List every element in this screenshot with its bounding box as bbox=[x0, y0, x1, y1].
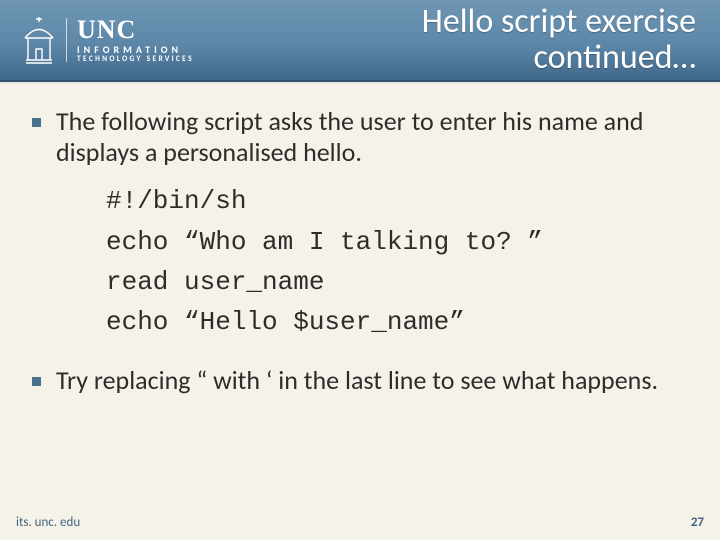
bullet-list: The following script asks the user to en… bbox=[30, 106, 690, 395]
page-number: 27 bbox=[691, 515, 704, 530]
title-wrap: Hello script exercise continued… bbox=[194, 4, 700, 75]
slide: UNC INFORMATION TECHNOLOGY SERVICES Hell… bbox=[0, 0, 720, 540]
logo-text: UNC INFORMATION TECHNOLOGY SERVICES bbox=[77, 17, 194, 64]
bullet-text: The following script asks the user to en… bbox=[56, 105, 643, 168]
bullet-text: Try replacing “ with ‘ in the last line … bbox=[56, 364, 658, 396]
old-well-icon bbox=[22, 15, 56, 65]
slide-header: UNC INFORMATION TECHNOLOGY SERVICES Hell… bbox=[0, 0, 720, 82]
code-line: read user_name bbox=[106, 262, 690, 302]
slide-body: The following script asks the user to en… bbox=[30, 106, 690, 490]
slide-footer: its. unc. edu 27 bbox=[16, 515, 704, 530]
logo-sub1: INFORMATION bbox=[77, 45, 194, 55]
bullet-item: Try replacing “ with ‘ in the last line … bbox=[30, 365, 690, 396]
code-line: echo “Hello $user_name” bbox=[106, 302, 690, 342]
code-line: echo “Who am I talking to? ” bbox=[106, 222, 690, 262]
code-line: #!/bin/sh bbox=[106, 181, 690, 221]
unc-logo-block: UNC INFORMATION TECHNOLOGY SERVICES bbox=[22, 15, 194, 65]
footer-url: its. unc. edu bbox=[16, 515, 80, 530]
title-line-2: continued… bbox=[534, 37, 697, 78]
code-block: #!/bin/sh echo “Who am I talking to? ” r… bbox=[106, 181, 690, 342]
slide-title: Hello script exercise continued… bbox=[214, 4, 696, 75]
logo-divider bbox=[66, 18, 67, 62]
bullet-item: The following script asks the user to en… bbox=[30, 106, 690, 343]
logo-unc: UNC bbox=[77, 17, 194, 43]
logo-sub2: TECHNOLOGY SERVICES bbox=[77, 56, 194, 64]
